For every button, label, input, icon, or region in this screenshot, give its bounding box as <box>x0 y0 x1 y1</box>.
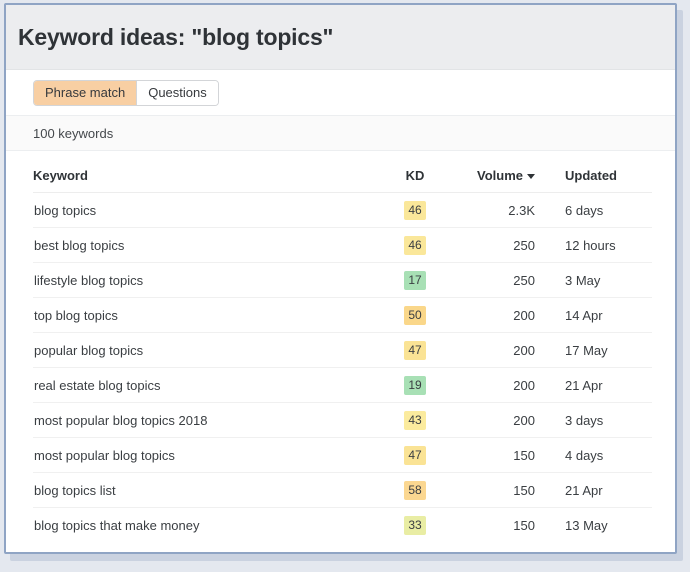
table-row[interactable]: popular blog topics 47 200 17 May <box>33 332 652 368</box>
cell-updated: 4 days <box>543 437 652 473</box>
tabs-row: Phrase match Questions <box>6 70 675 115</box>
column-header-updated-label: Updated <box>565 168 617 183</box>
keyword-table-head: Keyword KD Volume Updated <box>33 151 652 193</box>
cell-keyword[interactable]: blog topics <box>33 192 385 228</box>
kd-badge: 50 <box>404 305 426 325</box>
column-header-volume-label: Volume <box>477 168 523 183</box>
table-row[interactable]: blog topics 46 2.3K 6 days <box>33 192 652 228</box>
keyword-count-row: 100 keywords <box>6 115 675 151</box>
table-row[interactable]: top blog topics 50 200 14 Apr <box>33 297 652 333</box>
cell-kd: 46 <box>385 227 445 263</box>
cell-volume: 200 <box>445 297 543 333</box>
kd-badge: 46 <box>404 200 426 220</box>
cell-updated: 13 May <box>565 517 608 533</box>
cell-keyword[interactable]: popular blog topics <box>33 332 385 368</box>
column-header-updated[interactable]: Updated <box>543 151 652 193</box>
cell-keyword[interactable]: lifestyle blog topics <box>33 262 385 298</box>
cell-keyword[interactable]: top blog topics <box>33 297 385 333</box>
cell-kd: 46 <box>385 192 445 228</box>
table-row[interactable]: blog topics list 58 150 21 Apr <box>33 472 652 508</box>
cell-kd: 58 <box>385 472 445 508</box>
column-header-keyword-label: Keyword <box>33 168 88 183</box>
cell-updated: 6 days <box>543 192 652 228</box>
kd-badge: 17 <box>404 270 426 290</box>
table-row[interactable]: most popular blog topics 2018 43 200 3 days <box>33 402 652 438</box>
cell-updated: 3 days <box>543 402 652 438</box>
cell-volume: 200 <box>445 332 543 368</box>
keyword-table: Keyword KD Volume Updated blog topics 46 2… <box>33 151 652 543</box>
cell-volume: 250 <box>445 262 543 298</box>
column-header-keyword[interactable]: Keyword <box>33 151 385 193</box>
keyword-table-wrapper: Keyword KD Volume Updated blog topics 46 2… <box>6 151 675 543</box>
keyword-table-body: blog topics 46 2.3K 6 days best blog topics 4… <box>33 192 652 543</box>
page-title: Keyword ideas: "blog topics" <box>18 23 334 50</box>
keyword-ideas-card: Keyword ideas: "blog topics" Phrase matc… <box>4 3 677 554</box>
kd-badge: 47 <box>404 340 426 360</box>
cell-volume: 150 <box>445 472 543 508</box>
table-row[interactable]: real estate blog topics 19 200 21 Apr <box>33 367 652 403</box>
cell-volume: 150 <box>513 517 535 533</box>
kd-badge: 58 <box>404 480 426 500</box>
cell-volume: 250 <box>445 227 543 263</box>
cell-keyword[interactable]: real estate blog topics <box>33 367 385 403</box>
cell-updated: 21 Apr <box>543 472 652 508</box>
cell-kd: 47 <box>385 332 445 368</box>
kd-badge: 19 <box>404 375 426 395</box>
tab-questions-label: Questions <box>148 85 207 100</box>
cell-volume: 2.3K <box>445 192 543 228</box>
cell-kd: 33 <box>385 508 445 543</box>
cell-kd: 19 <box>385 367 445 403</box>
cell-kd: 17 <box>385 262 445 298</box>
cell-volume: 200 <box>445 367 543 403</box>
cell-updated: 17 May <box>543 332 652 368</box>
keyword-count-label: 100 keywords <box>33 125 114 141</box>
kd-badge: 47 <box>404 445 426 465</box>
table-row[interactable]: blog topics that make money 33 150 13 May <box>33 508 652 543</box>
table-row[interactable]: most popular blog topics 47 150 4 days <box>33 437 652 473</box>
column-header-kd-label: KD <box>405 168 425 183</box>
kd-badge: 46 <box>404 235 426 255</box>
title-band: Keyword ideas: "blog topics" <box>6 5 675 70</box>
cell-keyword[interactable]: blog topics list <box>33 472 385 508</box>
cell-updated: 12 hours <box>543 227 652 263</box>
tab-questions[interactable]: Questions <box>137 80 218 105</box>
cell-volume: 200 <box>445 402 543 438</box>
tab-phrase-match-label: Phrase match <box>45 85 126 100</box>
cell-updated: 21 Apr <box>543 367 652 403</box>
cell-updated: 14 Apr <box>543 297 652 333</box>
column-header-volume[interactable]: Volume <box>445 151 543 193</box>
cell-keyword[interactable]: blog topics that make money <box>33 508 385 543</box>
cell-keyword[interactable]: most popular blog topics 2018 <box>33 402 385 438</box>
column-header-kd[interactable]: KD <box>385 151 445 193</box>
tab-phrase-match[interactable]: Phrase match <box>34 80 138 105</box>
match-type-tabgroup: Phrase match Questions <box>33 79 219 106</box>
cell-volume: 150 <box>445 437 543 473</box>
kd-badge: 33 <box>404 515 426 535</box>
caret-down-icon <box>527 174 535 180</box>
cell-keyword[interactable]: most popular blog topics <box>33 437 385 473</box>
table-header-row: Keyword KD Volume Updated <box>33 151 652 193</box>
cell-updated: 3 May <box>543 262 652 298</box>
cell-kd: 43 <box>385 402 445 438</box>
table-row[interactable]: best blog topics 46 250 12 hours <box>33 227 652 263</box>
kd-badge: 43 <box>404 410 426 430</box>
cell-keyword[interactable]: best blog topics <box>33 227 385 263</box>
cell-kd: 50 <box>385 297 445 333</box>
cell-kd: 47 <box>385 437 445 473</box>
table-row[interactable]: lifestyle blog topics 17 250 3 May <box>33 262 652 298</box>
